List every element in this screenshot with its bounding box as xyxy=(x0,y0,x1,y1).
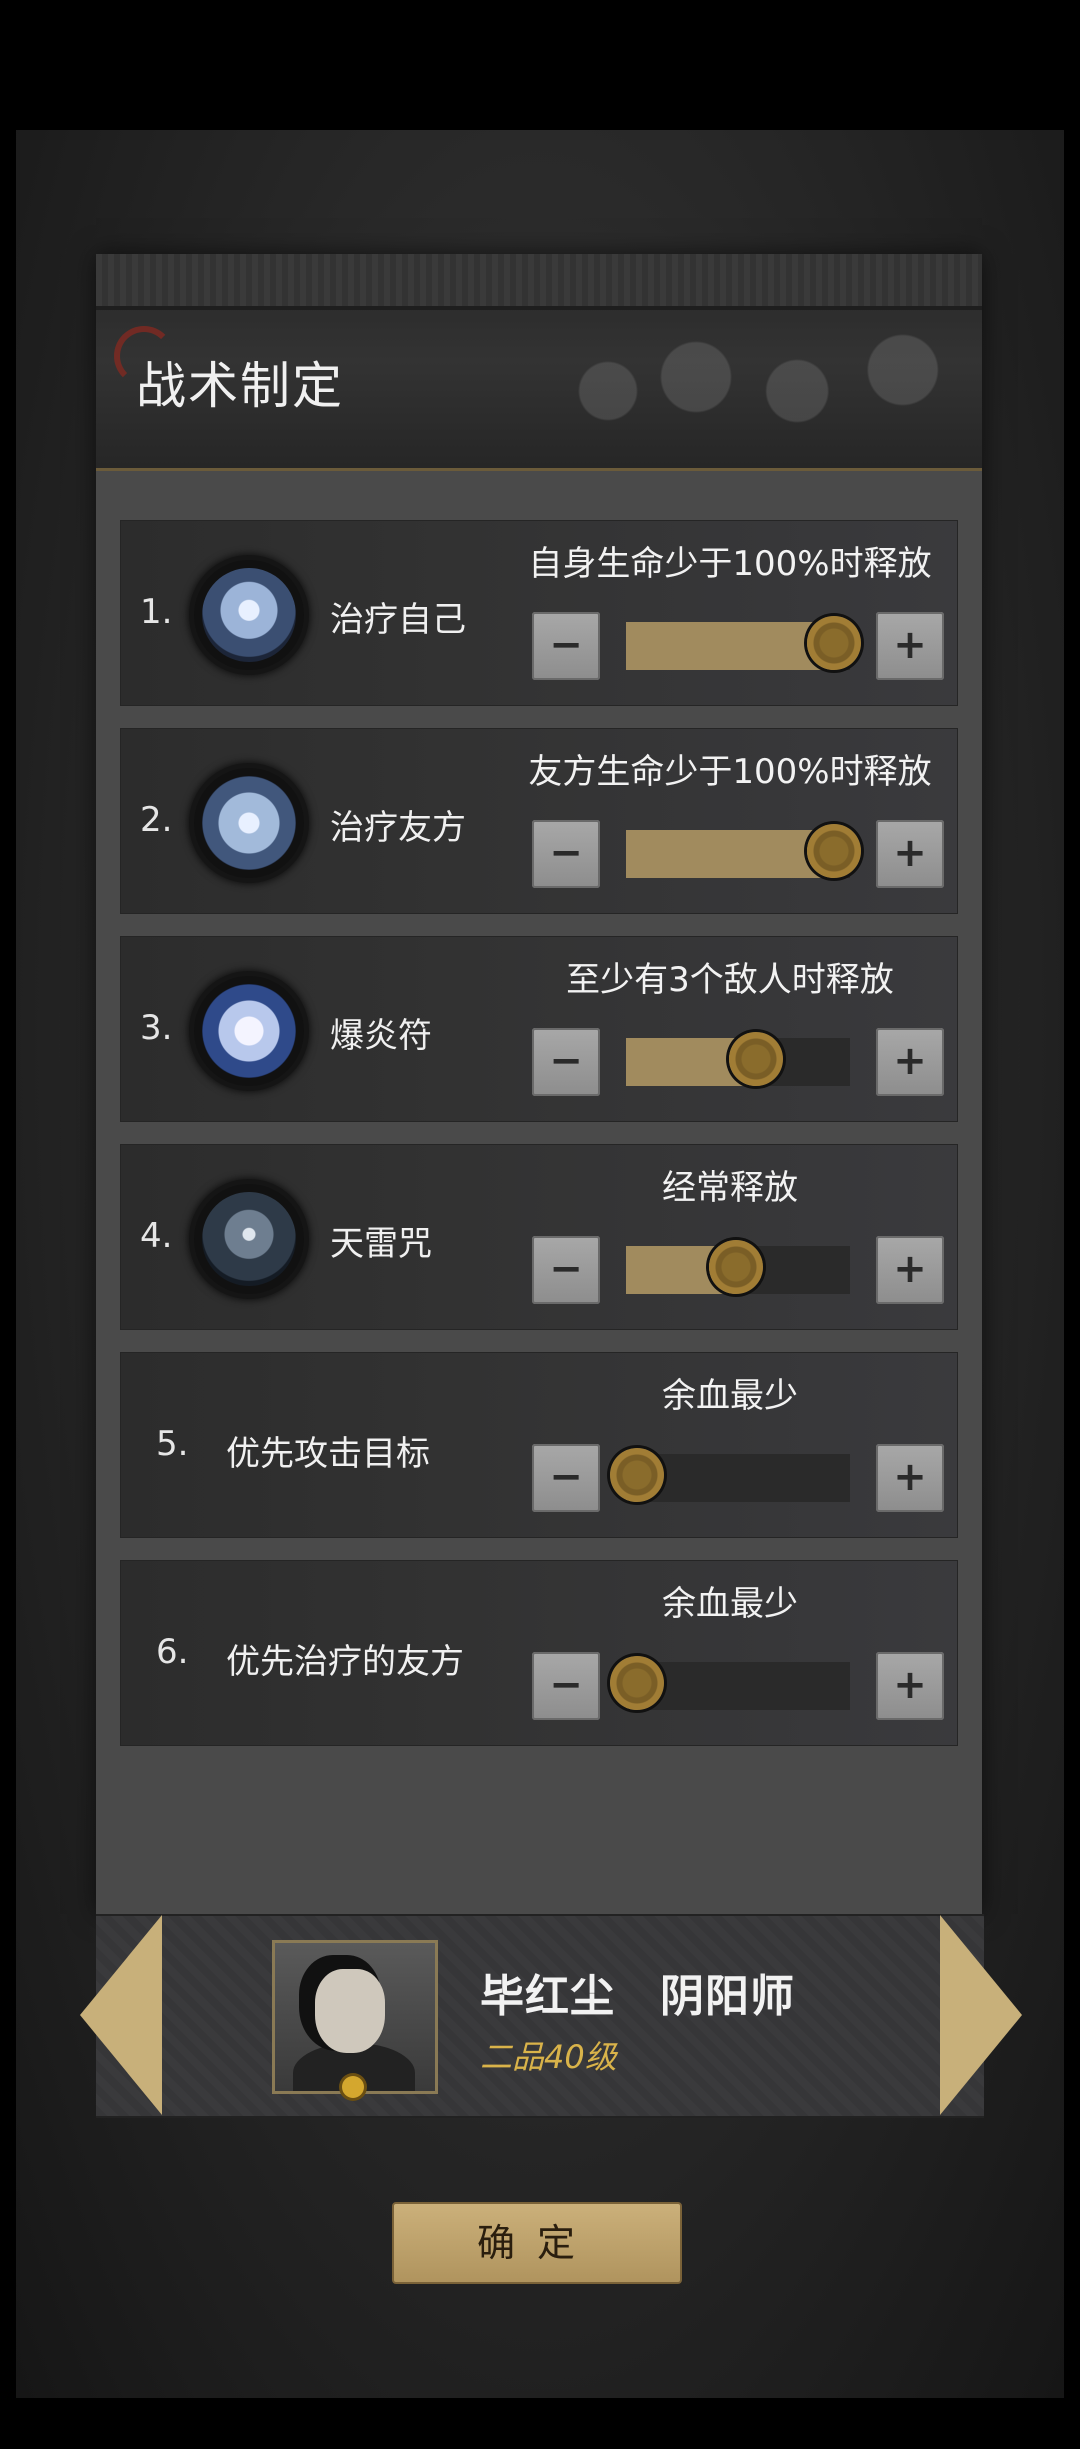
increase-button[interactable]: + xyxy=(876,612,944,680)
character-rank: 二品40级 xyxy=(480,2038,617,2076)
slider-knob[interactable] xyxy=(729,1032,783,1086)
decrease-button[interactable]: − xyxy=(532,820,600,888)
header-ornament-band xyxy=(96,254,982,310)
tactic-name: 优先治疗的友方 xyxy=(226,1642,464,1682)
slider-fill xyxy=(626,830,834,878)
row-number: 4. xyxy=(140,1216,173,1256)
cast-condition: 至少有3个敌人时释放 xyxy=(566,960,894,1000)
slider-knob[interactable] xyxy=(807,824,861,878)
row-number: 2. xyxy=(140,800,173,840)
priority-slider[interactable] xyxy=(610,1448,850,1502)
decrease-button[interactable]: − xyxy=(532,1236,600,1304)
skill-name: 治疗友方 xyxy=(330,808,466,848)
cast-condition: 友方生命少于100%时释放 xyxy=(528,752,932,792)
condition-slider[interactable] xyxy=(626,1032,850,1086)
tactic-row-5: 5. 优先攻击目标 余血最少 − + xyxy=(120,1352,958,1538)
tactic-name: 优先攻击目标 xyxy=(226,1434,430,1474)
confirm-button[interactable]: 确定 xyxy=(392,2202,682,2284)
increase-button[interactable]: + xyxy=(876,1236,944,1304)
increase-button[interactable]: + xyxy=(876,1652,944,1720)
tactics-panel: 战术制定 1. 治疗自己 自身生命少于100%时释放 − + 2. 治疗友方 友… xyxy=(96,254,982,1914)
skill-name: 治疗自己 xyxy=(330,600,466,640)
next-character-arrow[interactable] xyxy=(940,1915,1022,2115)
panel-header: 战术制定 xyxy=(96,254,982,471)
tactic-row-4: 4. 天雷咒 经常释放 − + xyxy=(120,1144,958,1330)
row-number: 6. xyxy=(156,1632,189,1672)
decrease-button[interactable]: − xyxy=(532,1652,600,1720)
skill-name: 爆炎符 xyxy=(330,1016,432,1056)
cast-condition: 经常释放 xyxy=(662,1168,798,1208)
skill-name: 天雷咒 xyxy=(330,1224,432,1264)
priority-slider[interactable] xyxy=(610,1656,850,1710)
condition-slider[interactable] xyxy=(626,1240,850,1294)
tactic-row-1: 1. 治疗自己 自身生命少于100%时释放 − + xyxy=(120,520,958,706)
condition-slider[interactable] xyxy=(626,616,861,670)
page-title: 战术制定 xyxy=(136,357,344,415)
decrease-button[interactable]: − xyxy=(532,1028,600,1096)
target-priority: 余血最少 xyxy=(662,1376,798,1416)
target-priority: 余血最少 xyxy=(662,1584,798,1624)
cloud-ornament xyxy=(542,314,982,454)
slider-fill xyxy=(626,622,834,670)
tactic-row-2: 2. 治疗友方 友方生命少于100%时释放 − + xyxy=(120,728,958,914)
heal-self-icon xyxy=(194,560,304,670)
fire-talisman-icon xyxy=(194,976,304,1086)
increase-button[interactable]: + xyxy=(876,1028,944,1096)
decrease-button[interactable]: − xyxy=(532,612,600,680)
thunder-curse-icon xyxy=(194,1184,304,1294)
condition-slider[interactable] xyxy=(626,824,861,878)
character-name: 毕红尘 阴阳师 xyxy=(480,1971,795,2022)
row-number: 1. xyxy=(140,592,173,632)
character-bar: 毕红尘 阴阳师 二品40级 xyxy=(96,1914,984,2118)
pendant-icon xyxy=(342,2076,364,2098)
row-number: 3. xyxy=(140,1008,173,1048)
increase-button[interactable]: + xyxy=(876,1444,944,1512)
character-portrait xyxy=(272,1940,438,2094)
cast-condition: 自身生命少于100%时释放 xyxy=(528,544,932,584)
portrait-head xyxy=(315,1969,385,2053)
slider-knob[interactable] xyxy=(709,1240,763,1294)
slider-knob[interactable] xyxy=(807,616,861,670)
row-number: 5. xyxy=(156,1424,189,1464)
decrease-button[interactable]: − xyxy=(532,1444,600,1512)
tactic-row-3: 3. 爆炎符 至少有3个敌人时释放 − + xyxy=(120,936,958,1122)
tactic-row-6: 6. 优先治疗的友方 余血最少 − + xyxy=(120,1560,958,1746)
heal-ally-icon xyxy=(194,768,304,878)
previous-character-arrow[interactable] xyxy=(80,1915,162,2115)
slider-knob[interactable] xyxy=(610,1448,664,1502)
increase-button[interactable]: + xyxy=(876,820,944,888)
slider-knob[interactable] xyxy=(610,1656,664,1710)
